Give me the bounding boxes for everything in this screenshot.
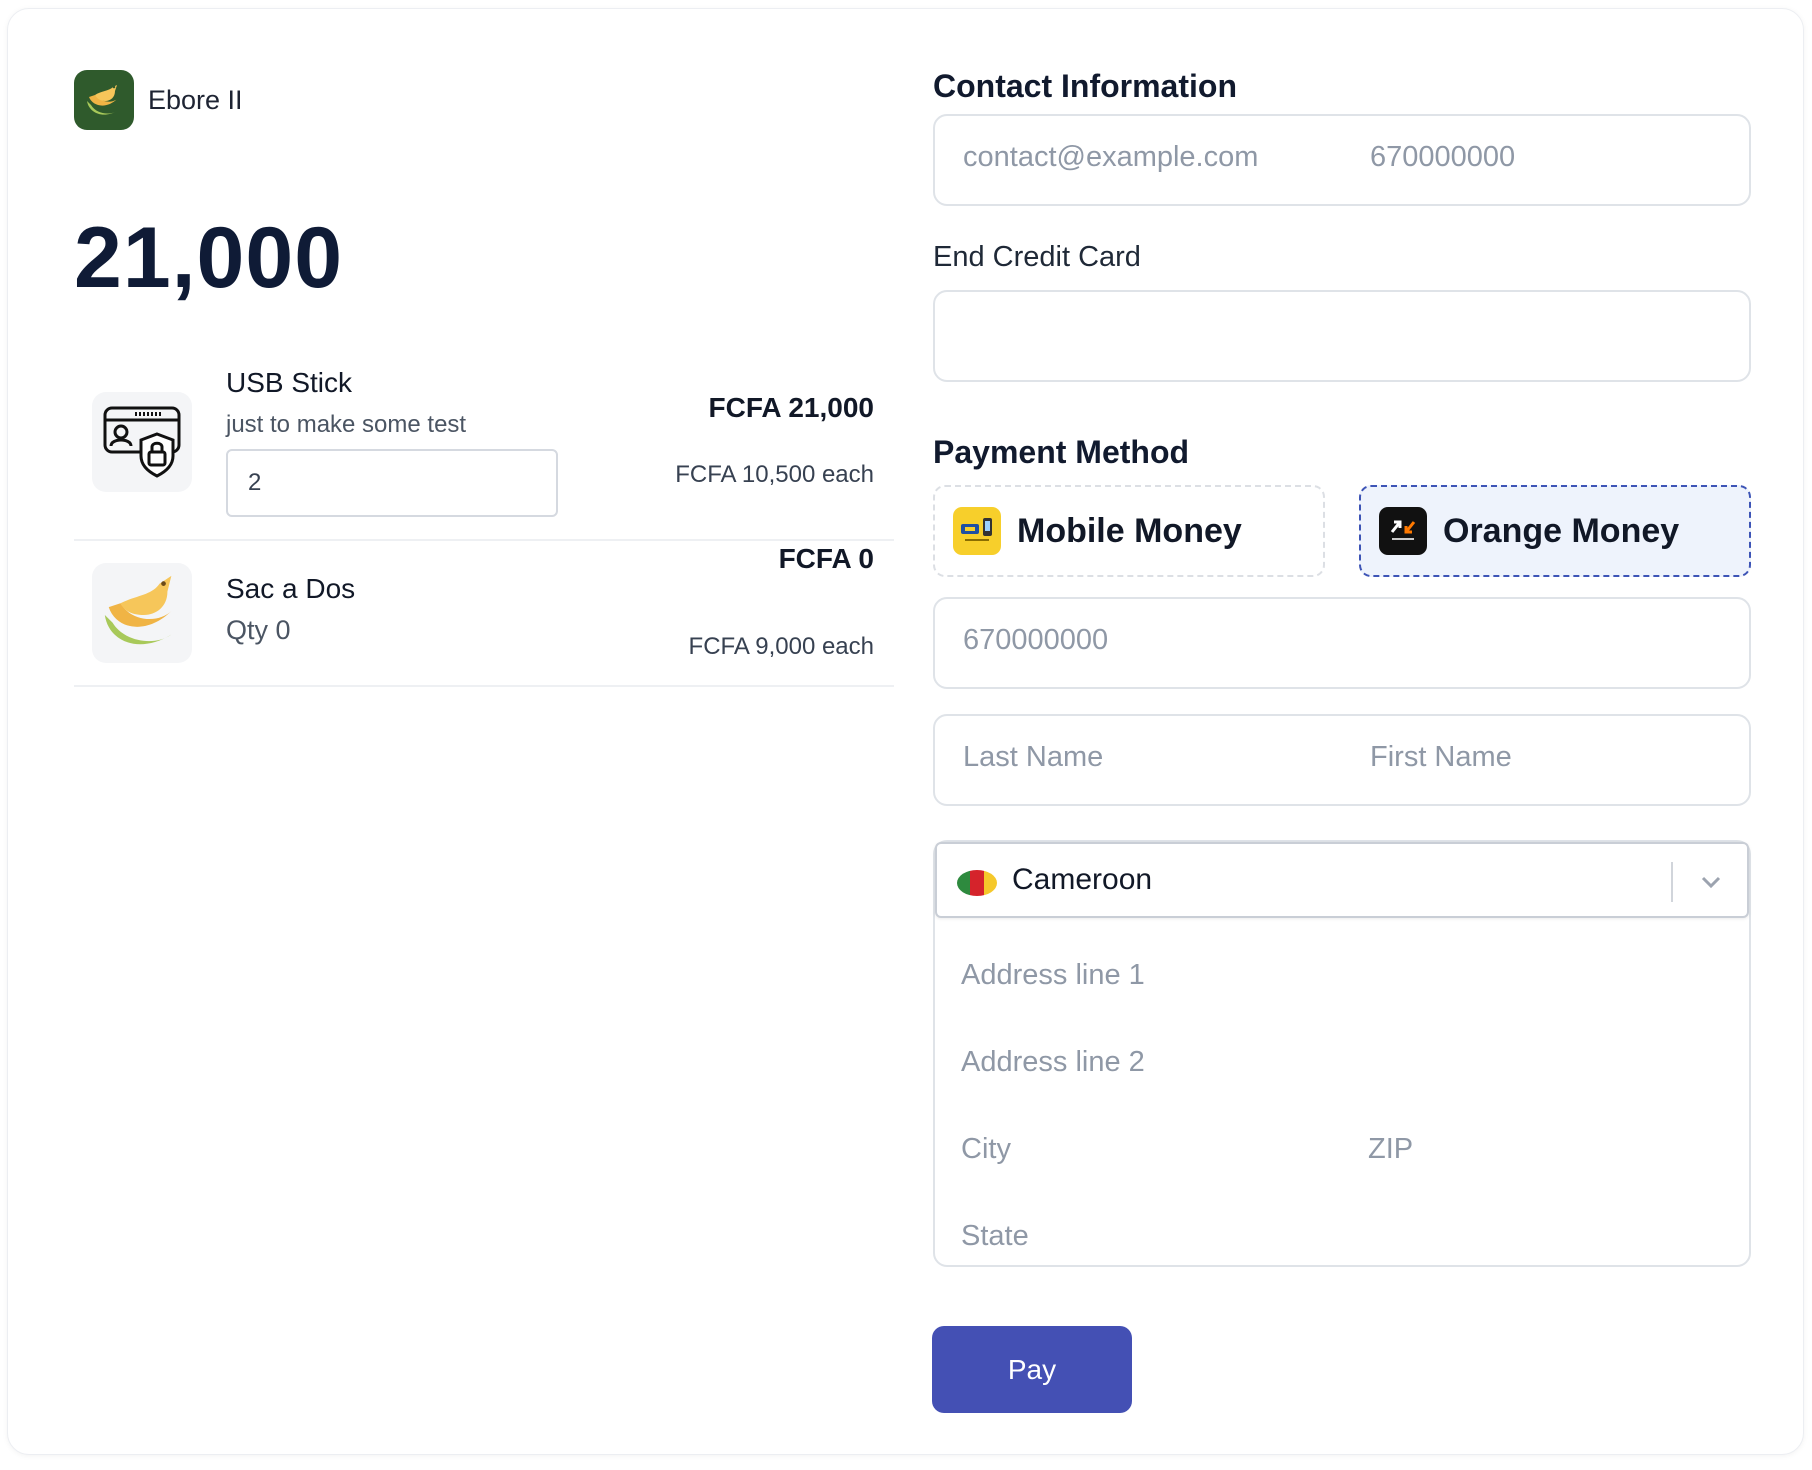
line-item: Sac a Dos Qty 0 FCFA 0 FCFA 9,000 each bbox=[74, 541, 894, 687]
mobile-number-placeholder: 670000000 bbox=[963, 624, 1109, 656]
payment-heading: Payment Method bbox=[933, 434, 1190, 470]
payment-option-label: Orange Money bbox=[1443, 511, 1680, 550]
state-field[interactable]: State bbox=[961, 1220, 1029, 1253]
payment-option-orange-money[interactable]: Orange Money bbox=[1359, 485, 1751, 577]
last-name-field[interactable]: Last Name bbox=[963, 741, 1103, 774]
mobile-number-field[interactable]: 670000000 bbox=[933, 597, 1751, 689]
item-name: Sac a Dos bbox=[226, 573, 356, 604]
item-description: just to make some test bbox=[226, 411, 467, 438]
first-name-field[interactable]: First Name bbox=[1370, 741, 1512, 774]
orange-money-icon bbox=[1379, 507, 1427, 555]
address-line1-field[interactable]: Address line 1 bbox=[961, 959, 1145, 992]
zip-field[interactable]: ZIP bbox=[1368, 1133, 1413, 1166]
card-label: End Credit Card bbox=[933, 241, 1141, 273]
brand: Ebore II bbox=[74, 70, 243, 130]
contact-field[interactable]: contact@example.com 670000000 bbox=[933, 114, 1751, 206]
address-line2-field[interactable]: Address line 2 bbox=[961, 1046, 1145, 1079]
item-name: USB Stick bbox=[226, 367, 353, 398]
item-price: FCFA 21,000 bbox=[708, 392, 874, 423]
mtn-mobile-money-icon bbox=[953, 507, 1001, 555]
item-quantity: Qty 0 bbox=[226, 615, 291, 645]
item-unit-price: FCFA 10,500 each bbox=[675, 461, 874, 488]
select-divider bbox=[1671, 862, 1673, 902]
quantity-input[interactable] bbox=[226, 449, 558, 517]
brand-name: Ebore II bbox=[148, 84, 243, 115]
line-item: USB Stick just to make some test FCFA 21… bbox=[74, 359, 894, 541]
checkout-card: Ebore II 21,000 USB Stick just to make s… bbox=[7, 8, 1804, 1455]
card-input[interactable] bbox=[933, 290, 1751, 382]
cameroon-flag-icon bbox=[957, 870, 997, 896]
pay-button[interactable]: Pay bbox=[932, 1326, 1132, 1413]
email-field[interactable]: contact@example.com bbox=[963, 141, 1258, 174]
bird-logo-icon bbox=[74, 70, 134, 130]
item-price: FCFA 0 bbox=[778, 543, 874, 574]
contact-heading: Contact Information bbox=[933, 68, 1237, 104]
order-total: 21,000 bbox=[74, 210, 344, 306]
city-field[interactable]: City bbox=[961, 1133, 1011, 1166]
payment-option-mobile-money[interactable]: Mobile Money bbox=[933, 485, 1325, 577]
payment-option-label: Mobile Money bbox=[1017, 511, 1242, 550]
phone-field[interactable]: 670000000 bbox=[1370, 141, 1515, 174]
country-select[interactable]: Cameroon bbox=[935, 842, 1749, 918]
item-unit-price: FCFA 9,000 each bbox=[688, 633, 874, 660]
address-box: Cameroon Address line 1 Address line 2 C… bbox=[933, 840, 1751, 1267]
bird-logo-icon bbox=[92, 563, 192, 663]
name-field[interactable]: Last Name First Name bbox=[933, 714, 1751, 806]
country-value: Cameroon bbox=[1012, 863, 1153, 896]
chevron-down-icon[interactable] bbox=[1695, 866, 1727, 898]
usb-lock-icon bbox=[92, 392, 192, 492]
